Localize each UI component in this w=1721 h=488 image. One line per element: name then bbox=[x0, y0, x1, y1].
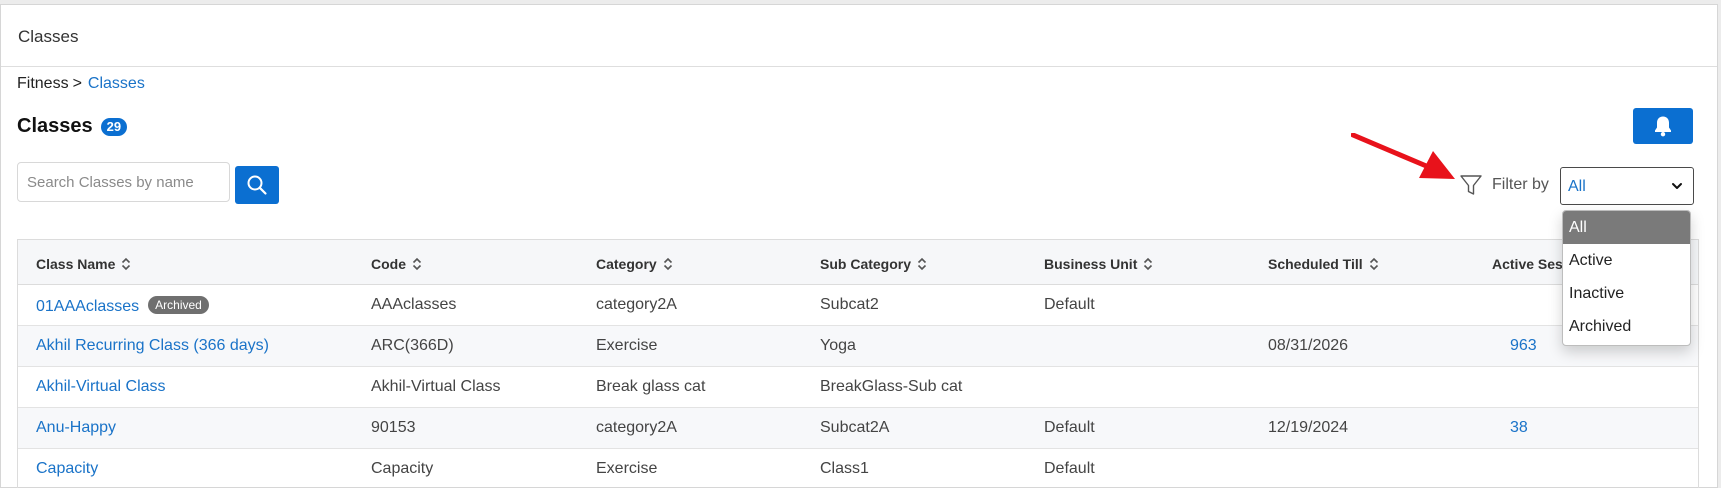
class-name-link[interactable]: 01AAAclasses bbox=[36, 298, 139, 315]
column-header-label: Class Name bbox=[36, 256, 116, 272]
red-arrow-icon bbox=[1351, 133, 1455, 179]
sort-icon bbox=[1369, 257, 1378, 271]
business-unit-cell: Default bbox=[1044, 419, 1095, 436]
code-cell: 90153 bbox=[371, 419, 416, 436]
column-header-label: Scheduled Till bbox=[1268, 256, 1363, 272]
filter-option-active[interactable]: Active bbox=[1563, 244, 1690, 277]
code-cell: ARC(366D) bbox=[371, 337, 454, 354]
bell-icon bbox=[1655, 116, 1671, 137]
scheduled-till-cell: 08/31/2026 bbox=[1268, 337, 1349, 354]
breadcrumb: Fitness > Classes bbox=[17, 75, 145, 93]
search-button[interactable] bbox=[235, 166, 279, 204]
filter-funnel-icon[interactable] bbox=[1459, 173, 1483, 197]
sub-category-cell: Yoga bbox=[820, 337, 856, 354]
count-badge: 29 bbox=[100, 117, 128, 136]
column-header-label: Sub Category bbox=[820, 256, 912, 272]
sort-icon bbox=[663, 257, 672, 271]
sub-category-cell: Subcat2A bbox=[820, 419, 890, 436]
table-row: Akhil Recurring Class (366 days) ARC(366… bbox=[18, 326, 1698, 367]
table-row: 01AAAclasses Archived AAAclasses category… bbox=[18, 285, 1698, 326]
category-cell: Exercise bbox=[596, 337, 658, 354]
sub-category-cell: Subcat2 bbox=[820, 296, 879, 313]
filter-option-inactive[interactable]: Inactive bbox=[1563, 277, 1690, 310]
category-cell: category2A bbox=[596, 296, 677, 313]
filter-label: Filter by bbox=[1492, 176, 1549, 193]
breadcrumb-classes[interactable]: Classes bbox=[88, 75, 145, 92]
class-name-link[interactable]: Akhil Recurring Class (366 days) bbox=[36, 337, 269, 355]
category-cell: Break glass cat bbox=[596, 378, 706, 395]
code-cell: AAAclasses bbox=[371, 296, 457, 313]
class-name-link[interactable]: Akhil-Virtual Class bbox=[36, 378, 166, 396]
column-header-scheduled-till[interactable]: Scheduled Till bbox=[1268, 256, 1379, 272]
top-bar: Classes bbox=[1, 5, 1717, 67]
code-cell: Akhil-Virtual Class bbox=[371, 378, 501, 395]
column-header-business-unit[interactable]: Business Unit bbox=[1044, 256, 1153, 272]
archived-badge: Archived bbox=[148, 296, 209, 314]
column-header-class-name[interactable]: Class Name bbox=[36, 256, 131, 272]
column-header-label: Code bbox=[371, 256, 406, 272]
business-unit-cell: Default bbox=[1044, 460, 1095, 477]
table-row: Anu-Happy 90153 category2A Subcat2A Defa… bbox=[18, 408, 1698, 449]
table-row: Akhil-Virtual Class Akhil-Virtual Class … bbox=[18, 367, 1698, 408]
column-header-label: Category bbox=[596, 256, 657, 272]
sub-category-cell: Class1 bbox=[820, 460, 869, 477]
table-header: Class Name Code Category Sub Category Bu… bbox=[18, 240, 1698, 285]
class-name-cell[interactable]: 01AAAclasses Archived bbox=[36, 296, 209, 316]
chevron-down-icon bbox=[1672, 183, 1682, 189]
search-icon bbox=[247, 175, 267, 195]
filter-option-all[interactable]: All bbox=[1563, 211, 1690, 244]
page-title-text: Classes bbox=[17, 115, 93, 137]
column-header-category[interactable]: Category bbox=[596, 256, 673, 272]
table-row: Capacity Capacity Exercise Class1 Defaul… bbox=[18, 449, 1698, 488]
column-header-label: Business Unit bbox=[1044, 256, 1138, 272]
code-cell: Capacity bbox=[371, 460, 434, 477]
breadcrumb-separator: > bbox=[72, 75, 82, 92]
search-input[interactable] bbox=[17, 162, 230, 202]
scheduled-till-cell: 12/19/2024 bbox=[1268, 419, 1349, 436]
breadcrumb-fitness[interactable]: Fitness bbox=[17, 75, 69, 92]
class-name-link[interactable]: Anu-Happy bbox=[36, 419, 116, 437]
column-header-code[interactable]: Code bbox=[371, 256, 422, 272]
filter-selected-value: All bbox=[1568, 178, 1586, 195]
notifications-button[interactable] bbox=[1633, 108, 1693, 144]
classes-table: Class Name Code Category Sub Category Bu… bbox=[17, 239, 1699, 488]
page-title: Classes 29 bbox=[17, 115, 128, 138]
business-unit-cell: Default bbox=[1044, 296, 1095, 313]
sort-icon bbox=[412, 257, 422, 271]
column-header-sub-category[interactable]: Sub Category bbox=[820, 256, 927, 272]
class-name-link[interactable]: Capacity bbox=[36, 460, 98, 478]
sub-category-cell: BreakGlass-Sub cat bbox=[820, 378, 963, 395]
sort-icon bbox=[122, 257, 131, 271]
sort-icon bbox=[917, 257, 927, 271]
sort-icon bbox=[1144, 257, 1153, 271]
top-bar-title: Classes bbox=[18, 27, 79, 46]
category-cell: category2A bbox=[596, 419, 677, 436]
filter-option-archived[interactable]: Archived bbox=[1563, 310, 1690, 343]
page-frame: Classes Fitness> Classes Classes 29 Filte… bbox=[0, 4, 1718, 488]
filter-dropdown-menu: All Active Inactive Archived bbox=[1562, 210, 1691, 346]
filter-select[interactable]: All bbox=[1560, 167, 1694, 205]
active-sessions-cell[interactable]: 38 bbox=[1510, 419, 1528, 437]
category-cell: Exercise bbox=[596, 460, 658, 477]
active-sessions-cell[interactable]: 963 bbox=[1510, 337, 1537, 355]
